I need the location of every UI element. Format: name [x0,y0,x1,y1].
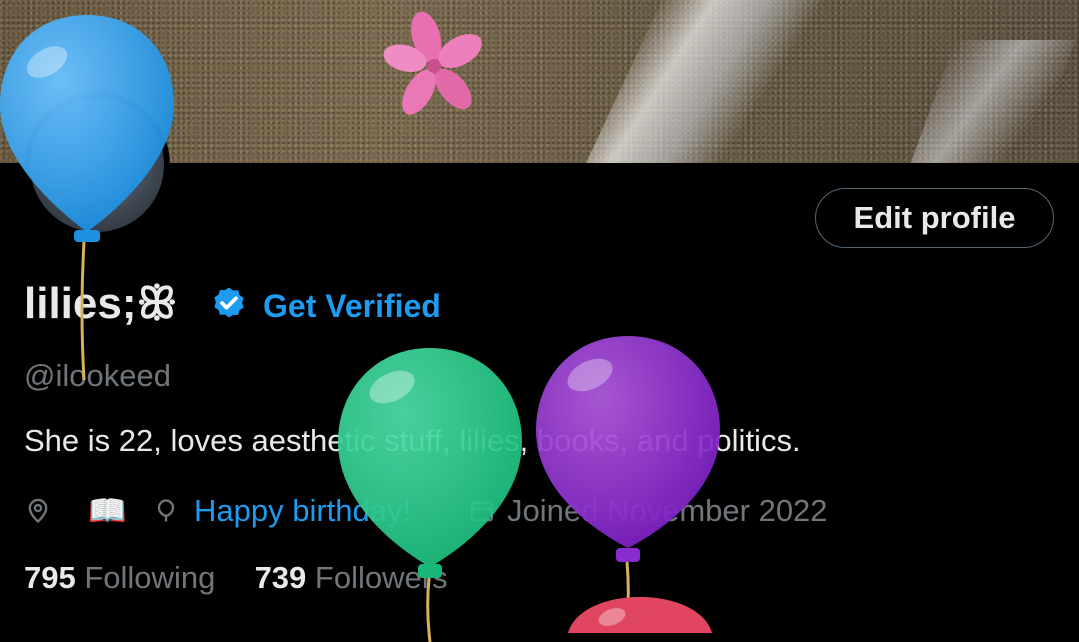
book-emoji: 📖 [88,493,127,528]
location-pin-icon [28,498,48,524]
purple-balloon-icon [536,336,720,630]
following-label: Following [84,560,216,595]
red-balloon-icon [568,597,712,633]
followers-count: 739 [254,560,307,595]
following-link[interactable]: 795 Following [24,560,224,595]
green-balloon-icon [338,348,522,642]
following-count: 795 [24,560,76,595]
verified-badge-icon[interactable] [209,285,249,325]
get-verified-link[interactable]: Get Verified [263,286,441,326]
pink-flower-icon [383,11,482,115]
edit-profile-button[interactable]: Edit profile [815,188,1054,248]
balloon-icon [157,499,175,522]
blue-balloon-icon [0,15,174,381]
